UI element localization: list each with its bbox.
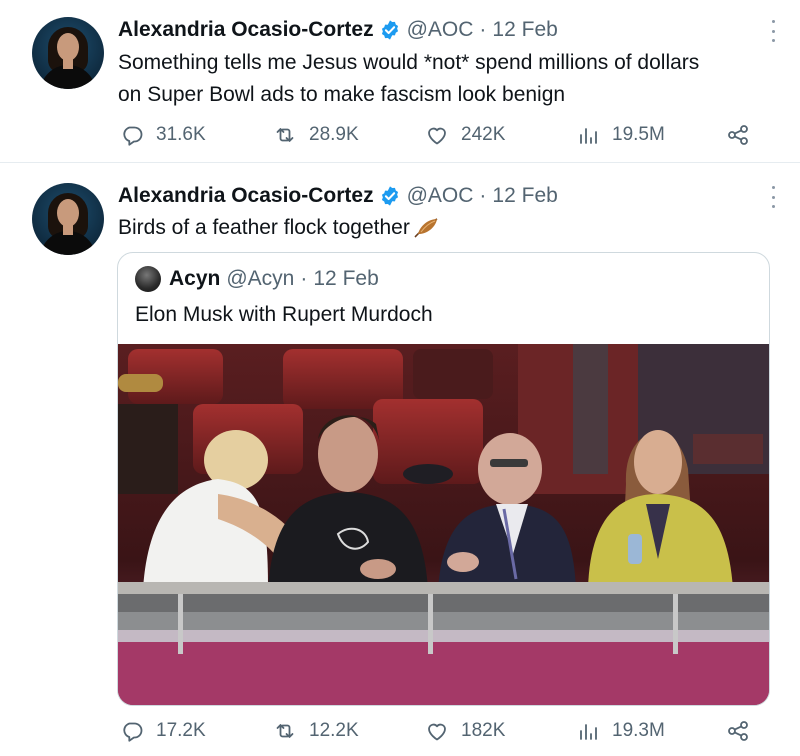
views-count: 19.5M (612, 124, 665, 145)
separator: · (479, 184, 487, 207)
like-count: 182K (461, 720, 506, 741)
tweet-text: Something tells me Jesus would *not* spe… (118, 47, 778, 111)
tweet[interactable]: Alexandria Ocasio-Cortez @AOC · 12 Feb S… (0, 0, 800, 163)
retweet-icon (276, 724, 294, 738)
quoted-tweet-date[interactable]: 12 Feb (313, 267, 378, 291)
heart-icon (428, 127, 446, 145)
like-count: 242K (461, 124, 506, 145)
reply-icon (123, 126, 143, 146)
retweet-count: 12.2K (309, 720, 359, 741)
views-button[interactable]: 19.5M (576, 120, 665, 150)
heart-icon (428, 723, 446, 741)
more-icon[interactable] (770, 186, 776, 208)
tweet-text: Birds of a feather flock together (118, 212, 778, 244)
quoted-author-avatar[interactable] (135, 266, 161, 292)
tweet[interactable]: Alexandria Ocasio-Cortez @AOC · 12 Feb B… (0, 163, 800, 756)
retweet-button[interactable]: 28.9K (273, 120, 359, 150)
separator: · (300, 267, 308, 290)
tweet-actions: 17.2K 12.2K 182K 19.3M (118, 716, 758, 746)
author-avatar[interactable] (32, 17, 104, 89)
feather-icon (414, 218, 438, 239)
verified-badge-icon (381, 186, 398, 206)
tweet-date[interactable]: 12 Feb (492, 18, 557, 42)
tweet-header: Alexandria Ocasio-Cortez @AOC · 12 Feb (118, 183, 558, 209)
more-icon[interactable] (770, 20, 776, 42)
tweet-actions: 31.6K 28.9K 242K 19.5M (118, 120, 758, 150)
share-button[interactable] (726, 120, 750, 150)
quoted-author-handle[interactable]: @Acyn (226, 267, 294, 291)
reply-count: 17.2K (156, 720, 206, 741)
like-button[interactable]: 182K (425, 716, 505, 746)
tweet-date[interactable]: 12 Feb (492, 184, 557, 208)
reply-count: 31.6K (156, 124, 206, 145)
tweet-header: Alexandria Ocasio-Cortez @AOC · 12 Feb (118, 17, 558, 43)
tweet-text-line: Birds of a feather flock together (118, 216, 410, 239)
tweet-text-line: Something tells me Jesus would *not* spe… (118, 51, 700, 74)
author-handle[interactable]: @AOC (407, 184, 474, 208)
quoted-tweet[interactable]: Acyn @Acyn · 12 Feb Elon Musk with Ruper… (117, 252, 770, 706)
like-button[interactable]: 242K (425, 120, 505, 150)
share-icon (728, 721, 748, 741)
reply-icon (123, 722, 143, 742)
views-icon (580, 724, 597, 740)
quoted-tweet-header: Acyn @Acyn · 12 Feb (135, 266, 379, 292)
author-avatar[interactable] (32, 183, 104, 255)
views-button[interactable]: 19.3M (576, 716, 665, 746)
reply-button[interactable]: 17.2K (120, 716, 206, 746)
quoted-author-name[interactable]: Acyn (169, 267, 220, 291)
retweet-icon (276, 128, 294, 142)
verified-badge-icon (381, 20, 398, 40)
author-name[interactable]: Alexandria Ocasio-Cortez (118, 18, 374, 42)
author-name[interactable]: Alexandria Ocasio-Cortez (118, 184, 374, 208)
quoted-tweet-text: Elon Musk with Rupert Murdoch (135, 303, 433, 326)
separator: · (479, 18, 487, 41)
share-button[interactable] (726, 716, 750, 746)
share-icon (728, 125, 748, 145)
retweet-button[interactable]: 12.2K (273, 716, 359, 746)
tweet-text-line: on Super Bowl ads to make fascism look b… (118, 83, 566, 106)
views-count: 19.3M (612, 720, 665, 741)
views-icon (580, 128, 597, 144)
author-handle[interactable]: @AOC (407, 18, 474, 42)
retweet-count: 28.9K (309, 124, 359, 145)
quoted-tweet-photo[interactable] (118, 344, 769, 705)
reply-button[interactable]: 31.6K (120, 120, 206, 150)
